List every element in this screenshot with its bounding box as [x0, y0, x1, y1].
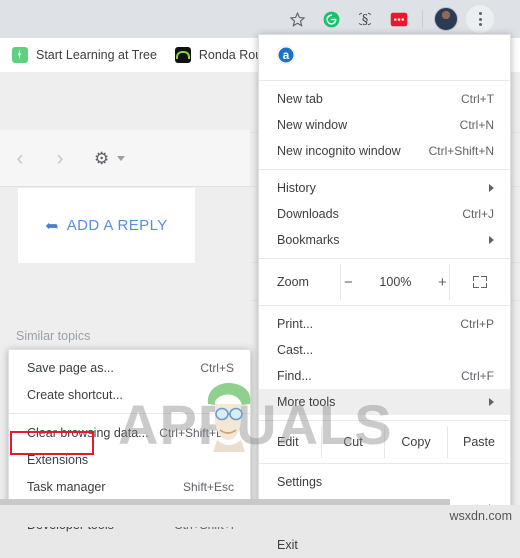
menu-item-accel: Ctrl+Shift+N — [428, 144, 494, 158]
grammarly-extension-icon[interactable] — [314, 2, 348, 36]
submenu-item-task-manager[interactable]: Task manager Shift+Esc — [9, 473, 250, 500]
zoom-in-button[interactable]: + — [435, 274, 449, 291]
menu-item-label: Save page as... — [27, 360, 114, 375]
menu-item-label: Cast... — [277, 343, 314, 357]
page-settings-menu[interactable]: ⚙ — [94, 150, 125, 167]
menu-item-accel: Ctrl+S — [200, 360, 234, 375]
chevron-right-icon — [489, 236, 494, 244]
kebab-menu-icon[interactable] — [466, 5, 494, 33]
bookmark-label: Start Learning at Tree — [36, 48, 157, 62]
bookmark-item-treehouse[interactable]: Start Learning at Tree — [12, 47, 157, 63]
menu-item-settings[interactable]: Settings — [259, 469, 510, 495]
music-icon — [174, 47, 191, 63]
fullscreen-button[interactable] — [450, 276, 510, 288]
reply-arrow-icon: ➦ — [45, 217, 59, 235]
zoom-label: Zoom — [277, 275, 309, 289]
menu-zoom-row: Zoom − 100% + — [259, 264, 510, 300]
page-pagination-bar: ‹ › ⚙ — [0, 130, 250, 187]
menu-divider — [259, 169, 510, 170]
menu-item-accel: Ctrl+P — [460, 317, 494, 331]
menu-item-downloads[interactable]: Downloads Ctrl+J — [259, 201, 510, 227]
menu-item-exit[interactable]: Exit — [259, 532, 510, 558]
profile-avatar[interactable] — [429, 2, 463, 36]
menu-divider — [259, 80, 510, 81]
bookmark-star-icon[interactable] — [280, 2, 314, 36]
submenu-item-save-page-as[interactable]: Save page as... Ctrl+S — [9, 354, 250, 381]
menu-item-print[interactable]: Print... Ctrl+P — [259, 311, 510, 337]
bookmark-items: Start Learning at Tree Ronda Rou — [12, 38, 262, 72]
menu-item-accel: Shift+Esc — [182, 479, 234, 494]
menu-item-label: New incognito window — [277, 144, 401, 158]
menu-item-accel: Ctrl+J — [462, 207, 494, 221]
chrome-menu-button[interactable] — [463, 2, 497, 36]
zoom-level-value: 100% — [379, 275, 412, 289]
menu-item-label: New window — [277, 118, 348, 132]
menu-item-label: Print... — [277, 317, 314, 331]
site-watermark: wsxdn.com — [449, 509, 512, 523]
menu-item-label: New tab — [277, 92, 323, 106]
copy-button[interactable]: Copy — [384, 426, 447, 458]
bookmark-label: Ronda Rou — [198, 48, 263, 62]
menu-item-accel: Ctrl+F — [461, 369, 494, 383]
menu-item-accel: Ctrl+N — [459, 118, 494, 132]
add-a-reply-button[interactable]: ➦ ADD A REPLY — [18, 188, 195, 263]
menu-item-label: Task manager — [27, 479, 106, 494]
page-back-icon[interactable]: ‹ — [0, 148, 40, 169]
fullscreen-icon — [473, 276, 488, 288]
menu-item-label: Downloads — [277, 207, 339, 221]
menu-divider — [259, 258, 510, 259]
toolbar-icon-group: § — [280, 0, 520, 38]
extensions-highlight-box — [10, 431, 94, 455]
treehouse-icon — [12, 47, 28, 63]
chevron-right-icon — [489, 398, 494, 406]
avast-extension-icon[interactable]: a — [277, 46, 295, 64]
menu-item-label: Bookmarks — [277, 233, 340, 247]
menu-item-find[interactable]: Find... Ctrl+F — [259, 363, 510, 389]
menu-divider — [259, 305, 510, 306]
menu-item-bookmarks[interactable]: Bookmarks — [259, 227, 510, 253]
menu-item-cast[interactable]: Cast... — [259, 337, 510, 363]
appuals-mascot-icon — [207, 382, 251, 452]
extension-icon-dark[interactable]: § — [348, 2, 382, 36]
menu-item-history[interactable]: History — [259, 175, 510, 201]
menu-item-label: Settings — [277, 475, 323, 489]
menu-item-label: Exit — [277, 538, 298, 552]
extension-icon-red[interactable] — [382, 2, 416, 36]
gear-icon[interactable]: ⚙ — [94, 150, 111, 167]
menu-divider — [259, 463, 510, 464]
page-forward-icon[interactable]: › — [40, 148, 80, 169]
menu-item-new-incognito-window[interactable]: New incognito window Ctrl+Shift+N — [259, 138, 510, 164]
menu-item-accel: Ctrl+T — [461, 92, 494, 106]
menu-extension-shortcuts[interactable]: a — [259, 35, 510, 75]
toolbar-divider — [422, 10, 423, 28]
menu-item-new-tab[interactable]: New tab Ctrl+T — [259, 86, 510, 112]
svg-text:§: § — [362, 13, 368, 28]
menu-item-new-window[interactable]: New window Ctrl+N — [259, 112, 510, 138]
zoom-out-button[interactable]: − — [341, 274, 355, 291]
menu-item-label: Find... — [277, 369, 312, 383]
chevron-right-icon — [489, 184, 494, 192]
add-a-reply-label: ADD A REPLY — [66, 217, 168, 234]
bottom-strip — [0, 505, 520, 527]
paste-button[interactable]: Paste — [447, 426, 510, 458]
menu-item-label: History — [277, 181, 316, 195]
chevron-down-icon[interactable] — [117, 155, 125, 161]
bookmark-item-ronda[interactable]: Ronda Rou — [174, 47, 263, 63]
similar-topics-heading: Similar topics — [16, 329, 91, 343]
